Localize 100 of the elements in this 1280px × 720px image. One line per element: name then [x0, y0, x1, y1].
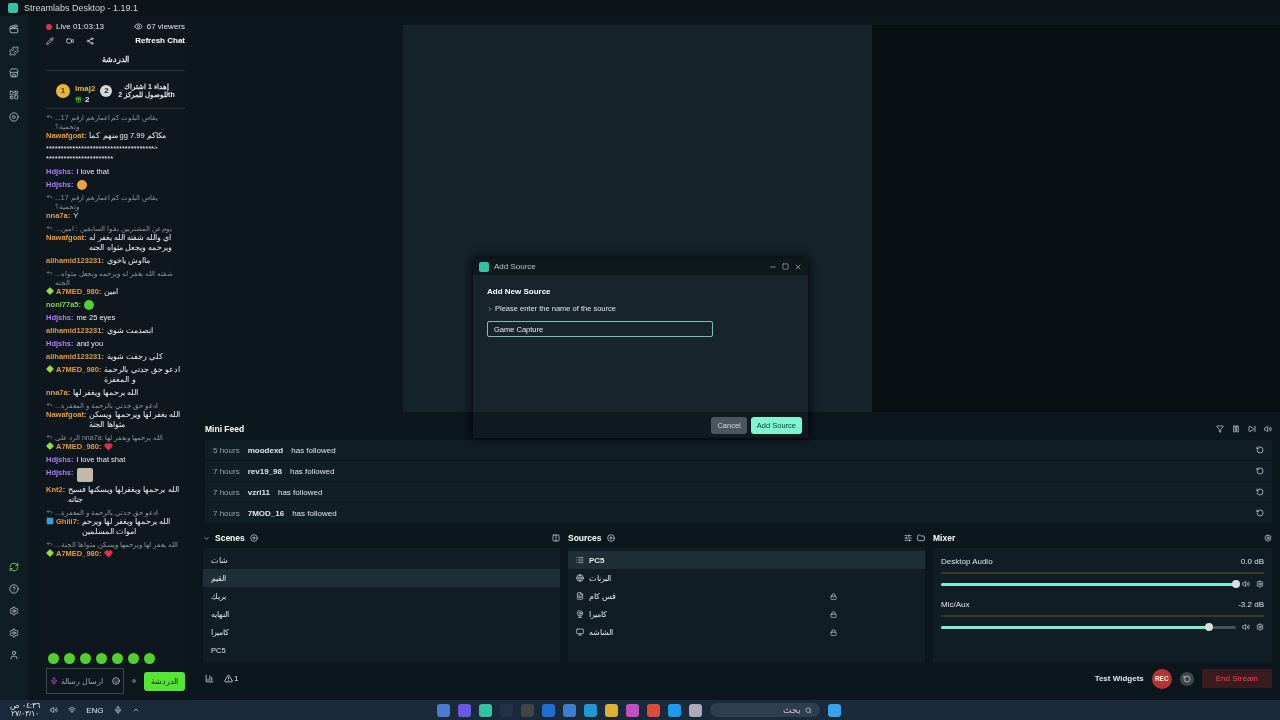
gear-icon[interactable] [9, 606, 19, 616]
app-logo-icon [479, 261, 489, 272]
app-icon[interactable] [605, 703, 618, 717]
skip-icon[interactable] [1248, 425, 1256, 433]
app-icon[interactable] [563, 703, 576, 717]
search-icon [805, 706, 812, 714]
emote-icon[interactable] [96, 653, 107, 664]
replay-icon[interactable] [1256, 467, 1264, 475]
replay-button[interactable] [1179, 671, 1194, 686]
dialog-title: Add Source [494, 262, 536, 271]
camera-icon[interactable] [66, 36, 74, 45]
replay-icon[interactable] [1256, 509, 1264, 517]
start-icon[interactable] [828, 703, 841, 717]
volume-reading: -3.2 dB [1238, 600, 1264, 609]
filters-icon[interactable] [904, 534, 912, 542]
emote-icon[interactable] [112, 653, 123, 664]
feed-action: has followed [277, 487, 323, 497]
source-item[interactable]: البرنات [568, 569, 925, 587]
app-icon[interactable] [647, 703, 660, 717]
mic-icon [50, 677, 58, 685]
pause-icon[interactable] [1232, 425, 1240, 433]
reply-icon [46, 540, 53, 547]
end-stream-button[interactable]: End Stream [1201, 669, 1272, 688]
close-icon[interactable] [794, 262, 802, 271]
themes-icon[interactable] [9, 46, 19, 56]
reply-icon [46, 433, 53, 440]
volume-icon[interactable] [1264, 425, 1272, 433]
alert-icon[interactable] [224, 674, 233, 683]
maximize-icon[interactable] [782, 263, 789, 270]
volume-slider[interactable] [941, 625, 1236, 629]
emote-icon[interactable] [48, 653, 59, 664]
share-icon[interactable] [86, 36, 94, 45]
play-icon[interactable] [9, 112, 19, 122]
lock-icon[interactable] [830, 610, 837, 618]
refresh-icon[interactable] [9, 562, 19, 572]
leader-name: lmaj2 [75, 84, 96, 93]
app-icon[interactable] [584, 703, 597, 717]
replay-icon[interactable] [1256, 488, 1264, 496]
panel-title: Sources [568, 533, 602, 543]
source-name: فس كام [589, 591, 617, 601]
app-icon[interactable] [668, 703, 681, 717]
feed-time: 7 hours [213, 508, 240, 518]
taskbar-search[interactable]: بحث [741, 705, 801, 715]
network-icon [68, 706, 77, 714]
source-name: كاميرا [589, 609, 607, 619]
source-name: PC5 [589, 555, 605, 565]
profile-icon[interactable] [9, 650, 19, 660]
feed-time: 5 hours [213, 445, 240, 455]
lock-icon[interactable] [830, 628, 837, 636]
alert-count: 1 [234, 674, 239, 683]
add-icon[interactable] [249, 534, 258, 542]
app-icon[interactable] [626, 703, 639, 717]
editor-icon[interactable] [9, 24, 19, 34]
reply-icon [46, 401, 53, 408]
volume-icon[interactable] [1242, 623, 1250, 631]
app-icon[interactable] [437, 703, 450, 717]
help-icon[interactable] [9, 584, 19, 594]
pencil-icon[interactable] [46, 36, 54, 45]
source-item[interactable]: الشاشه [568, 623, 925, 641]
refresh-chat-button[interactable]: Refresh Chat [135, 36, 185, 45]
gift-icon [75, 96, 82, 103]
emote-icon[interactable] [64, 653, 75, 664]
reply-icon [46, 224, 53, 231]
collapse-icon[interactable] [552, 534, 560, 542]
dashboard-icon[interactable] [9, 90, 19, 100]
chevron-icon[interactable] [131, 706, 140, 714]
app-logo-icon [8, 3, 18, 13]
folder-icon[interactable] [917, 534, 925, 542]
feed-time: 7 hours [213, 487, 240, 497]
source-item[interactable]: PC5 [568, 551, 925, 569]
reply-icon [46, 269, 53, 276]
language-indicator: ENG [86, 705, 104, 715]
source-item[interactable]: كاميرا [568, 605, 925, 623]
channel-name: Mic/Aux [941, 600, 970, 609]
emote-icon[interactable] [80, 653, 91, 664]
search-field[interactable]: بحث [710, 703, 820, 717]
store-icon[interactable] [9, 68, 19, 78]
filter-icon[interactable] [1216, 425, 1224, 433]
feed-action: has followed [292, 508, 337, 518]
window-title: Streamlabs Desktop - 1.19.1 [24, 3, 139, 13]
lock-icon[interactable] [830, 592, 837, 600]
volume-reading: 0.0 dB [1240, 557, 1264, 566]
app-icon[interactable] [479, 703, 492, 717]
rank-badge: 1 [56, 83, 70, 98]
replay-icon[interactable] [1256, 446, 1264, 454]
smile-icon[interactable] [112, 677, 120, 685]
reply-icon [46, 113, 53, 120]
source-item[interactable]: فس كام [568, 587, 925, 605]
feed-user: rev19_98 [247, 466, 282, 476]
chevron-icon[interactable] [203, 534, 210, 542]
chart-icon[interactable] [205, 674, 214, 683]
app-icon[interactable] [689, 703, 702, 717]
add-icon[interactable] [606, 534, 615, 542]
volume-icon[interactable] [1242, 580, 1250, 588]
app-icon[interactable] [542, 703, 555, 717]
emote-icon[interactable] [144, 653, 155, 664]
feed-time: 7 hours [213, 466, 240, 476]
panel-title: Mini Feed [205, 424, 245, 434]
source-name: الشاشه [589, 627, 613, 637]
emote-icon[interactable] [128, 653, 139, 664]
